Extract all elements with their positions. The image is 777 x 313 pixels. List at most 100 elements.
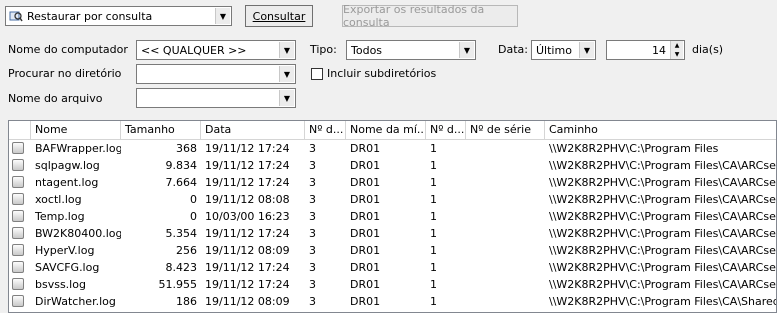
directory-dropdown[interactable]: ▼	[136, 64, 296, 84]
file-date: 19/11/12 17:24	[205, 227, 290, 240]
chevron-down-icon[interactable]: ▼	[459, 42, 474, 58]
computer-name-dropdown[interactable]: << QUALQUER >> ▼	[136, 40, 296, 60]
file-date: 19/11/12 17:24	[205, 278, 290, 291]
table-row[interactable]: BAFWrapper.log 368 19/11/12 17:24 3 DR01 1 \\W…	[9, 140, 776, 157]
restore-mode-value: Restaurar por consulta	[27, 10, 153, 23]
file-size: 0	[190, 193, 197, 206]
consult-button[interactable]: Consultar	[245, 5, 313, 27]
session-number: 3	[309, 278, 316, 291]
table-row[interactable]: bsvss.log 51.955 19/11/12 17:24 3 DR01 1 \\W2K…	[9, 276, 777, 293]
file-name: bsvss.log	[35, 278, 86, 291]
chevron-down-icon[interactable]: ▼	[579, 42, 594, 58]
file-date: 19/11/12 17:24	[205, 261, 290, 274]
header-path[interactable]: Caminho	[545, 121, 776, 139]
file-path: \\W2K8R2PHV\C:\Program Files\CA\ARCserve	[549, 261, 777, 274]
file-name: SAVCFG.log	[35, 261, 100, 274]
session-number: 3	[309, 244, 316, 257]
days-unit-label: dia(s)	[692, 43, 724, 56]
file-checkbox-icon[interactable]	[12, 244, 24, 256]
table-row[interactable]: SAVCFG.log 8.423 19/11/12 17:24 3 DR01 1 \\W2K…	[9, 259, 777, 276]
file-checkbox-icon[interactable]	[12, 142, 24, 154]
include-subdirs-label: Incluir subdiretórios	[327, 67, 437, 80]
header-sequence-number[interactable]: Nº d...	[426, 121, 466, 139]
media-name: DR01	[350, 193, 381, 206]
computer-name-label: Nome do computador	[8, 43, 128, 56]
media-name: DR01	[350, 295, 381, 308]
results-table[interactable]: Nome Tamanho Data Nº d... Nome da mí... …	[8, 120, 777, 313]
chevron-down-icon[interactable]: ▼	[215, 8, 230, 24]
file-name: Temp.log	[35, 210, 85, 223]
filename-dropdown[interactable]: ▼	[136, 88, 296, 108]
file-size: 256	[176, 244, 197, 257]
serial-number	[466, 276, 545, 293]
file-date: 19/11/12 17:24	[205, 176, 290, 189]
serial-number	[466, 225, 545, 242]
file-size: 0	[190, 210, 197, 223]
media-name: DR01	[350, 227, 381, 240]
filename-label: Nome do arquivo	[8, 92, 103, 105]
file-path: \\W2K8R2PHV\C:\Program Files\CA\ARCserve	[549, 278, 777, 291]
days-stepper[interactable]: 14 ▲ ▼	[606, 40, 685, 60]
chevron-down-icon[interactable]: ▼	[279, 66, 294, 82]
table-row[interactable]: sqlpagw.log 9.834 19/11/12 17:24 3 DR01 1 \\W2…	[9, 157, 776, 174]
header-session-number[interactable]: Nº d...	[305, 121, 346, 139]
date-dropdown[interactable]: Último ▼	[531, 40, 596, 60]
computer-name-value: << QUALQUER >>	[141, 44, 247, 57]
type-dropdown[interactable]: Todos ▼	[346, 40, 476, 60]
file-date: 10/03/00 16:23	[205, 210, 290, 223]
table-row[interactable]: xoctl.log 0 19/11/12 08:08 3 DR01 1 \\W2K8R2PH…	[9, 191, 776, 208]
header-nome[interactable]: Nome	[31, 121, 121, 139]
include-subdirs-checkbox[interactable]	[311, 68, 323, 80]
table-row[interactable]: DirWatcher.log 186 19/11/12 08:09 3 DR01 1 \\W…	[9, 293, 777, 310]
table-row[interactable]: HyperV.log 256 19/11/12 08:09 3 DR01 1 \\W2K8R…	[9, 242, 776, 259]
sequence-number: 1	[430, 261, 437, 274]
file-path: \\W2K8R2PHV\C:\Program Files\CA\ARCserve	[549, 210, 777, 223]
header-serial-number[interactable]: Nº de série	[466, 121, 545, 139]
chevron-down-icon[interactable]: ▼	[279, 42, 294, 58]
header-media-name[interactable]: Nome da mí...	[346, 121, 426, 139]
table-row[interactable]: BW2K80400.log 5.354 19/11/12 17:24 3 DR01 1 \\…	[9, 225, 777, 242]
header-tamanho[interactable]: Tamanho	[121, 121, 201, 139]
file-checkbox-icon[interactable]	[12, 278, 24, 290]
session-number: 3	[309, 227, 316, 240]
file-checkbox-icon[interactable]	[12, 227, 24, 239]
table-row[interactable]: Temp.log 0 10/03/00 16:23 3 DR01 1 \\W2K8R2PHV…	[9, 208, 777, 225]
file-checkbox-icon[interactable]	[12, 193, 24, 205]
serial-number	[466, 174, 545, 191]
type-value: Todos	[351, 44, 383, 57]
session-number: 3	[309, 176, 316, 189]
stepper-up-icon[interactable]: ▲	[670, 41, 683, 50]
media-name: DR01	[350, 176, 381, 189]
stepper-down-icon[interactable]: ▼	[670, 50, 683, 59]
file-size: 51.955	[158, 278, 198, 291]
file-path: \\W2K8R2PHV\C:\Program Files\CA\ARCserve	[549, 227, 777, 240]
restore-mode-dropdown[interactable]: Restaurar por consulta ▼	[5, 6, 232, 26]
serial-number	[466, 157, 545, 174]
file-checkbox-icon[interactable]	[12, 261, 24, 273]
export-results-button[interactable]: Exportar os resultados da consulta	[342, 3, 518, 29]
file-path: \\W2K8R2PHV\C:\Program Files\CA\SharedCo	[549, 295, 777, 308]
file-checkbox-icon[interactable]	[12, 295, 24, 307]
session-number: 3	[309, 261, 316, 274]
file-checkbox-icon[interactable]	[12, 176, 24, 188]
media-name: DR01	[350, 244, 381, 257]
file-checkbox-icon[interactable]	[12, 159, 24, 171]
file-path: \\W2K8R2PHV\C:\Program Files\CA\ARCserve	[549, 176, 777, 189]
media-name: DR01	[350, 278, 381, 291]
file-size: 368	[176, 142, 197, 155]
file-size: 186	[176, 295, 197, 308]
file-date: 19/11/12 08:08	[205, 193, 290, 206]
file-name: xoctl.log	[35, 193, 82, 206]
session-number: 3	[309, 210, 316, 223]
session-number: 3	[309, 193, 316, 206]
session-number: 3	[309, 159, 316, 172]
file-size: 8.423	[165, 261, 198, 274]
chevron-down-icon[interactable]: ▼	[279, 90, 294, 106]
file-checkbox-icon[interactable]	[12, 210, 24, 222]
serial-number	[466, 191, 545, 208]
table-row[interactable]: ntagent.log 7.664 19/11/12 17:24 3 DR01 1 \\W2…	[9, 174, 777, 191]
file-date: 19/11/12 17:24	[205, 159, 290, 172]
header-data[interactable]: Data	[201, 121, 305, 139]
file-path: \\W2K8R2PHV\C:\Program Files	[549, 142, 719, 155]
file-name: DirWatcher.log	[35, 295, 116, 308]
